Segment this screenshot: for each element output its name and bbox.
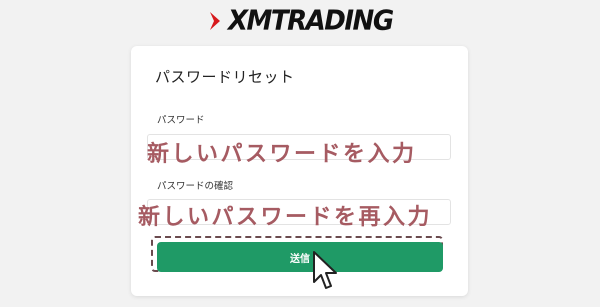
password-input[interactable] — [147, 134, 451, 160]
page-title: パスワードリセット — [155, 68, 295, 86]
xmtrading-logo: XMTRADING — [208, 5, 394, 37]
logo-text: XMTRADING — [228, 5, 394, 37]
confirm-password-label: パスワードの確認 — [157, 181, 234, 192]
submit-button[interactable]: 送信 — [157, 242, 443, 272]
mouse-pointer-icon — [312, 250, 338, 292]
confirm-password-input[interactable] — [147, 199, 451, 225]
password-label: パスワード — [157, 115, 205, 126]
xm-logo-mark-icon — [208, 9, 226, 33]
